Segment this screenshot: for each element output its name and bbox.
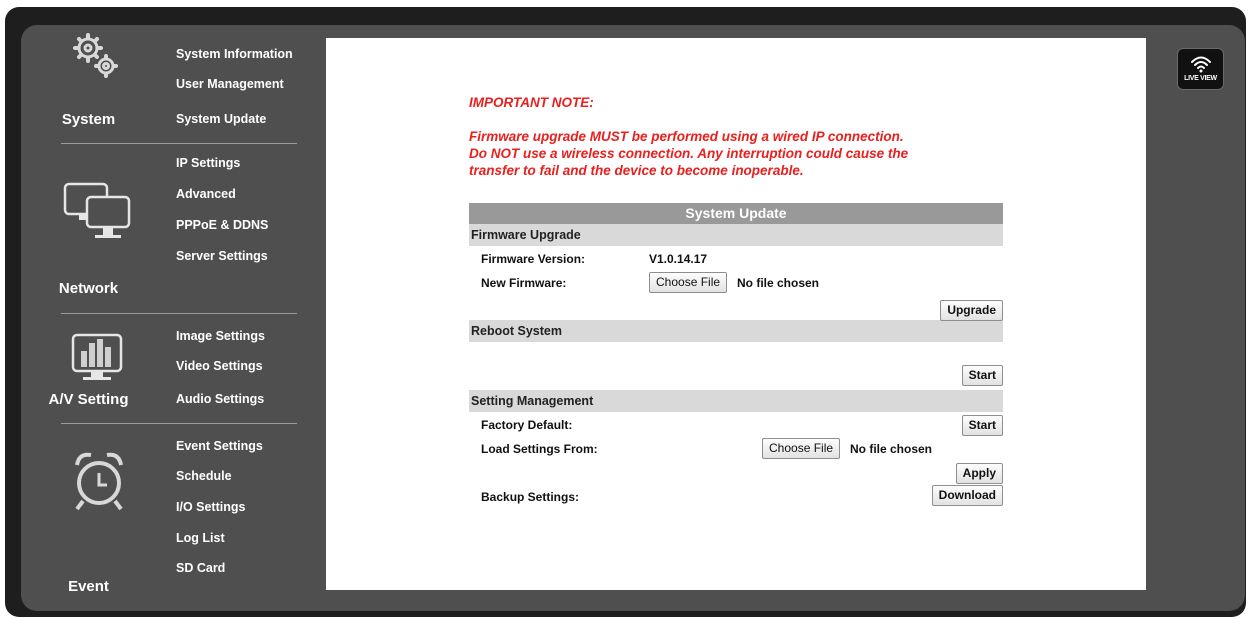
download-button[interactable]: Download <box>931 485 1003 506</box>
sidebar-divider <box>61 313 297 314</box>
panel-title: System Update <box>469 203 1003 224</box>
important-note-line: transfer to fail and the device to becom… <box>469 163 804 178</box>
firmware-upgrade-header: Firmware Upgrade <box>469 224 1003 246</box>
firmware-choose-file-button[interactable]: Choose File <box>649 272 728 293</box>
backup-settings-label: Backup Settings: <box>481 490 580 504</box>
sidebar-item-advanced[interactable]: Advanced <box>176 187 236 201</box>
factory-default-row: Factory Default: Start <box>469 412 1003 436</box>
sidebar-item-schedule[interactable]: Schedule <box>176 469 232 483</box>
important-note-line: Firmware upgrade MUST be performed using… <box>469 129 904 144</box>
sidebar-item-server-settings[interactable]: Server Settings <box>176 249 268 263</box>
important-note-line: Do NOT use a wireless connection. Any in… <box>469 146 909 161</box>
sidebar-item-audio-settings[interactable]: Audio Settings <box>176 392 264 406</box>
sidebar-item-system-information[interactable]: System Information <box>176 47 293 61</box>
gears-icon[interactable] <box>68 31 128 88</box>
sidebar-item-io-settings[interactable]: I/O Settings <box>176 500 245 514</box>
system-update-panel: System Update Firmware Upgrade Firmware … <box>469 203 1003 508</box>
sidebar-section-event: Event Event Settings Schedule I/O Settin… <box>21 425 311 605</box>
new-firmware-label: New Firmware: <box>481 276 567 290</box>
firmware-version-label: Firmware Version: <box>481 252 586 266</box>
sidebar-item-ip-settings[interactable]: IP Settings <box>176 156 240 170</box>
backup-settings-row: Backup Settings: Download <box>469 484 1003 508</box>
equalizer-monitor-icon[interactable] <box>71 333 123 388</box>
sidebar-divider <box>61 143 297 144</box>
firmware-no-file-text: No file chosen <box>737 276 820 290</box>
sidebar-section-network: Network IP Settings Advanced PPPoE & DDN… <box>21 145 311 305</box>
live-view-button[interactable]: LIVE VIEW <box>1177 48 1224 90</box>
app-frame: System System Information User Managemen… <box>5 7 1246 617</box>
settings-no-file-text: No file chosen <box>850 442 933 456</box>
important-note-title: IMPORTANT NOTE: <box>469 95 594 110</box>
reboot-system-header: Reboot System <box>469 320 1003 342</box>
settings-choose-file-button[interactable]: Choose File <box>762 438 841 459</box>
sidebar-item-pppoe-ddns[interactable]: PPPoE & DDNS <box>176 218 268 232</box>
load-settings-row: Load Settings From: Choose File No file … <box>469 436 1003 460</box>
sidebar-section-system: System System Information User Managemen… <box>21 25 311 135</box>
factory-default-label: Factory Default: <box>481 418 573 432</box>
apply-row: Apply <box>469 460 1003 484</box>
firmware-version-row: Firmware Version: V1.0.14.17 <box>469 246 1003 270</box>
load-settings-label: Load Settings From: <box>481 442 598 456</box>
reboot-row: Start <box>469 342 1003 390</box>
sidebar-item-log-list[interactable]: Log List <box>176 531 225 545</box>
sidebar-item-user-management[interactable]: User Management <box>176 77 284 91</box>
sidebar-label-event[interactable]: Event <box>21 578 156 595</box>
new-firmware-row: New Firmware: Choose File No file chosen <box>469 270 1003 294</box>
sidebar-item-system-update[interactable]: System Update <box>176 112 266 126</box>
sidebar-label-av-setting[interactable]: A/V Setting <box>21 391 156 408</box>
setting-management-header: Setting Management <box>469 390 1003 412</box>
sidebar-item-video-settings[interactable]: Video Settings <box>176 359 263 373</box>
sidebar-item-event-settings[interactable]: Event Settings <box>176 439 263 453</box>
live-view-label: LIVE VIEW <box>1184 75 1217 82</box>
sidebar-label-system[interactable]: System <box>21 111 156 128</box>
factory-default-start-button[interactable]: Start <box>961 415 1003 436</box>
sidebar-section-av: A/V Setting Image Settings Video Setting… <box>21 315 311 425</box>
firmware-version-value: V1.0.14.17 <box>649 252 708 266</box>
sidebar-item-sd-card[interactable]: SD Card <box>176 561 225 575</box>
sidebar-divider <box>61 423 297 424</box>
sidebar-label-network[interactable]: Network <box>21 280 156 297</box>
upgrade-row: Upgrade <box>469 294 1003 321</box>
sidebar: System System Information User Managemen… <box>21 25 331 611</box>
apply-button[interactable]: Apply <box>955 463 1003 484</box>
alarm-clock-icon[interactable] <box>71 449 127 520</box>
main-content: IMPORTANT NOTE: Firmware upgrade MUST be… <box>326 38 1146 590</box>
upgrade-button[interactable]: Upgrade <box>940 300 1003 321</box>
reboot-start-button[interactable]: Start <box>961 365 1003 386</box>
sidebar-item-image-settings[interactable]: Image Settings <box>176 329 265 343</box>
monitors-icon[interactable] <box>61 181 133 248</box>
